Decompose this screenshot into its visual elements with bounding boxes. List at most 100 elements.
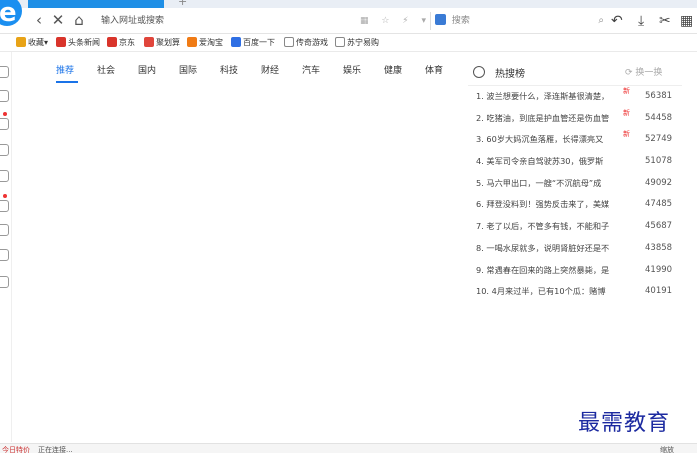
tab-entertainment[interactable]: 娱乐 [343, 63, 361, 79]
juhuasuan-icon [144, 37, 154, 47]
hot-search-item[interactable]: 4. 美军司令亲自驾驶苏30，俄罗斯 51078 [476, 154, 682, 176]
undo-icon[interactable]: ↶ [611, 12, 623, 30]
hot-search-text[interactable]: 3. 60岁大妈沉鱼落雁，长得漂亮又 [476, 132, 621, 146]
hot-search-item[interactable]: 8. 一喝水尿就多，说明肾脏好还是不 43858 [476, 241, 682, 263]
hot-search-item[interactable]: 10. 4月来过半，已有10个瓜：赌博 40191 [476, 284, 682, 306]
new-badge: 新 [623, 87, 630, 95]
tab-domestic[interactable]: 国内 [138, 63, 156, 79]
sidebar-game-icon[interactable] [0, 144, 9, 156]
hot-search-text[interactable]: 6. 拜登没料到！强势反击来了，美媒 [476, 197, 621, 211]
tab-sports[interactable]: 体育 [425, 63, 443, 79]
hot-search-count: 52749 [645, 134, 673, 145]
tab-strip: + [0, 0, 697, 8]
sidebar-shop-icon[interactable] [0, 118, 9, 130]
sidebar-star-icon[interactable] [0, 66, 9, 78]
tab-society[interactable]: 社会 [97, 63, 115, 79]
refresh-button[interactable]: ⟳ 换一换 [625, 65, 662, 78]
hot-search-count: 41990 [645, 264, 673, 275]
tab-recommend[interactable]: 推荐 [56, 63, 74, 79]
hot-search-item[interactable]: 7. 老了以后，不管多有钱，不能和子 45687 [476, 219, 682, 241]
hot-search-item[interactable]: 5. 马六甲出口，一艘“不沉航母”成 49092 [476, 176, 682, 198]
hot-search-list: 1. 波兰想要什么，泽连斯基很清楚，新 56381 2. 吃猪油，到底是护血管还是伤… [476, 87, 682, 306]
smiley-icon [473, 66, 485, 78]
bookmark-chuanqi[interactable]: 传奇游戏 [284, 34, 328, 52]
hot-search-text[interactable]: 1. 波兰想要什么，泽连斯基很清楚， [476, 89, 621, 103]
new-tab-button[interactable]: + [178, 0, 187, 8]
jd-icon [107, 37, 117, 47]
new-badge: 新 [623, 108, 630, 117]
sidebar-chat-icon[interactable] [0, 90, 9, 102]
sidebar-clock-icon[interactable] [0, 224, 9, 236]
hot-search-text[interactable]: 4. 美军司令亲自驾驶苏30，俄罗斯 [476, 154, 621, 168]
toutiao-icon [56, 37, 66, 47]
taobao-icon [187, 37, 197, 47]
bookmark-aitaobao[interactable]: 爱淘宝 [187, 34, 223, 52]
sidebar-note-icon[interactable] [0, 276, 9, 288]
notification-dot [3, 194, 7, 198]
status-text: 正在连接... [38, 446, 73, 453]
download-icon[interactable]: ⤓ [638, 12, 644, 30]
stop-button[interactable]: ✕ [49, 11, 67, 29]
back-button[interactable]: ‹ [30, 11, 48, 29]
hot-search-text[interactable]: 5. 马六甲出口，一艘“不沉航母”成 [476, 176, 621, 190]
watermark: 最需教育 [578, 411, 671, 436]
hot-search-count: 43858 [645, 242, 673, 253]
bookmark-juhuasuan[interactable]: 聚划算 [144, 34, 180, 52]
apps-grid-icon[interactable]: ▦ [680, 12, 693, 30]
sidebar-tool-icon[interactable] [0, 249, 9, 261]
bookmark-toutiao[interactable]: 头条新闻 [56, 34, 100, 52]
active-tab[interactable] [28, 0, 164, 8]
hot-search-count: 54458 [645, 112, 673, 123]
bookmarks-bar: 收藏▾ 头条新闻 京东 聚划算 爱淘宝 百度一下 传奇游戏 苏宁易购 [0, 34, 697, 52]
hot-search-text[interactable]: 10. 4月来过半，已有10个瓜：赌博 [476, 284, 621, 298]
hot-search-header: 热搜榜 ⟳ 换一换 [468, 58, 682, 86]
hot-search-count: 45687 [645, 221, 673, 232]
hot-search-text[interactable]: 7. 老了以后，不管多有钱，不能和子 [476, 219, 621, 233]
hot-search-count: 49092 [645, 177, 673, 188]
new-badge: 新 [623, 130, 630, 139]
hot-search-item[interactable]: 6. 拜登没料到！强势反击来了，美媒 47485 [476, 197, 682, 219]
hot-search-item[interactable]: 9. 常遇春在回来的路上突然暴毙，是 41990 [476, 263, 682, 285]
star-icon [16, 37, 26, 47]
search-engine-icon[interactable] [435, 14, 446, 25]
active-tab-underline [56, 81, 78, 83]
status-promo[interactable]: 今日特价 [2, 445, 30, 453]
bookmark-baidu[interactable]: 百度一下 [231, 34, 275, 52]
hot-search-item[interactable]: 1. 波兰想要什么，泽连斯基很清楚，新 56381 [476, 87, 682, 111]
bookmark-favorites[interactable]: 收藏▾ [16, 34, 48, 52]
sidebar-music-icon[interactable] [0, 170, 9, 182]
hot-search-count: 56381 [645, 91, 673, 101]
browser-window: + e ‹ ✕ ⌂ 输入网址或搜索 ▦ ☆ ⚡ ▾ 搜索 ⌕ ↶ ⤓ ✂ ▦ 收… [0, 0, 697, 453]
tab-auto[interactable]: 汽车 [302, 63, 320, 79]
notification-dot [3, 112, 7, 116]
browser-logo[interactable]: e [0, 0, 22, 32]
hot-search-count: 40191 [645, 286, 673, 297]
logo-e-icon: e [0, 0, 17, 28]
address-bar-row: ‹ ✕ ⌂ 输入网址或搜索 ▦ ☆ ⚡ ▾ 搜索 ⌕ ↶ ⤓ ✂ ▦ [0, 8, 697, 34]
tab-finance[interactable]: 财经 [261, 63, 279, 79]
hot-search-text[interactable]: 8. 一喝水尿就多，说明肾脏好还是不 [476, 241, 621, 255]
zoom-level[interactable]: 缩放(100%) [660, 445, 697, 453]
tab-international[interactable]: 国际 [179, 63, 197, 79]
news-channel-tabs: 推荐 社会 国内 国际 科技 财经 汽车 娱乐 健康 体育 [48, 63, 448, 85]
bookmark-suning[interactable]: 苏宁易购 [335, 34, 379, 52]
search-icon[interactable]: ⌕ [598, 12, 604, 30]
page-icon [335, 37, 345, 47]
tab-health[interactable]: 健康 [384, 63, 402, 79]
cut-icon[interactable]: ✂ [659, 12, 671, 30]
page-icon [284, 37, 294, 47]
hot-search-text[interactable]: 2. 吃猪油，到底是护血管还是伤血管 [476, 111, 621, 125]
url-tool-icons[interactable]: ▦ ☆ ⚡ ▾ [360, 11, 431, 31]
search-box[interactable]: 搜索 ⌕ [430, 12, 604, 30]
home-button[interactable]: ⌂ [70, 11, 88, 29]
hot-search-text[interactable]: 9. 常遇春在回来的路上突然暴毙，是 [476, 263, 621, 277]
search-input[interactable]: 搜索 [452, 16, 470, 26]
hot-search-panel: 热搜榜 ⟳ 换一换 1. 波兰想要什么，泽连斯基很清楚，新 56381 2. 吃猪油… [468, 58, 682, 308]
hot-search-count: 47485 [645, 199, 673, 210]
hot-search-item[interactable]: 3. 60岁大妈沉鱼落雁，长得漂亮又新 52749 [476, 130, 682, 154]
hot-search-item[interactable]: 2. 吃猪油，到底是护血管还是伤血管新 54458 [476, 109, 682, 133]
sidebar-doc-icon[interactable] [0, 200, 9, 212]
bookmark-jd[interactable]: 京东 [107, 34, 135, 52]
tab-tech[interactable]: 科技 [220, 63, 238, 79]
left-sidebar [0, 52, 12, 442]
